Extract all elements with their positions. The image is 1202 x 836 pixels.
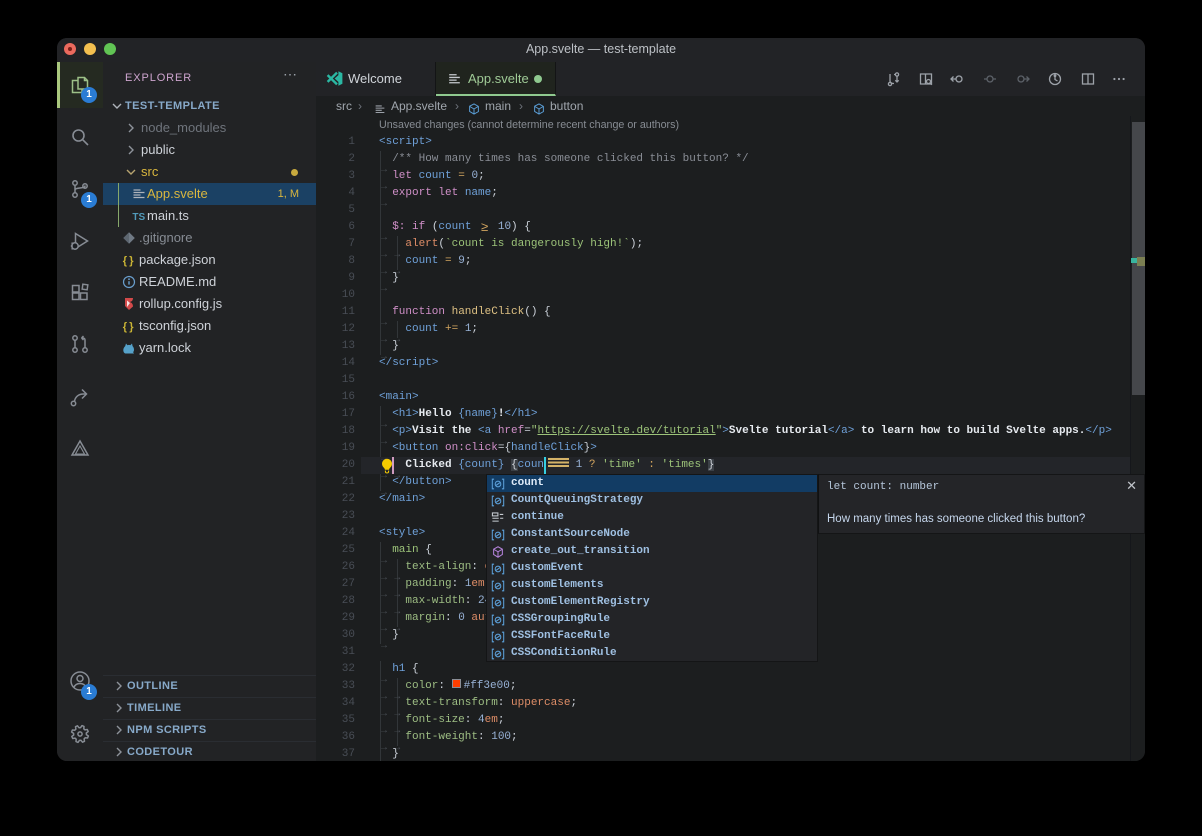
svg-text:TS: TS [132,212,145,223]
svg-text:{ }: { } [123,255,134,267]
svg-text:{ }: { } [123,321,134,333]
